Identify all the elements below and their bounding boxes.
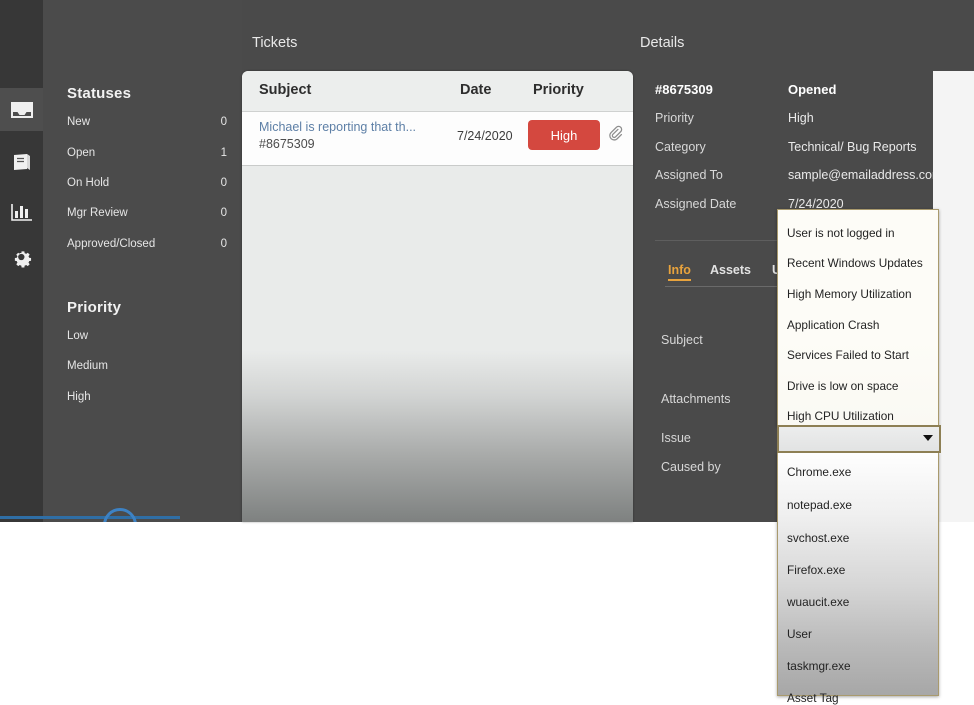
tab-assets[interactable]: Assets (710, 263, 751, 277)
details-state: Opened (788, 82, 836, 97)
statuses-heading: Statuses (67, 85, 131, 102)
dropdown-option[interactable]: High Memory Utilization (787, 287, 912, 301)
priority-heading: Priority (67, 299, 121, 316)
form-label-caused-by: Caused by (661, 460, 721, 474)
chevron-down-icon[interactable] (923, 435, 933, 441)
status-count: 0 (221, 207, 227, 219)
status-count: 0 (221, 177, 227, 189)
book-icon (10, 152, 34, 174)
sidebar-item-on-hold[interactable]: On Hold 0 (67, 177, 227, 189)
sidebar-item-new[interactable]: New 0 (67, 116, 227, 128)
rail-item-inbox[interactable] (0, 88, 43, 131)
ticket-date: 7/24/2020 (457, 129, 513, 143)
form-label-subject: Subject (661, 333, 703, 347)
dropdown-option[interactable]: User (787, 627, 812, 641)
issue-select[interactable] (777, 425, 941, 453)
status-label: Approved/Closed (67, 238, 155, 250)
chart-icon (10, 202, 34, 222)
tickets-panel: Subject Date Priority Michael is reporti… (242, 71, 633, 522)
dropdown-option[interactable]: Services Failed to Start (787, 348, 909, 362)
gear-icon (10, 246, 33, 269)
status-label: On Hold (67, 177, 109, 189)
dropdown-option[interactable]: svchost.exe (787, 531, 849, 545)
sidebar-item-priority-high[interactable]: High (67, 391, 227, 403)
dropdown-option[interactable]: Application Crash (787, 318, 879, 332)
sidebar-item-open[interactable]: Open 1 (67, 147, 227, 159)
sidebar-item-priority-medium[interactable]: Medium (67, 360, 227, 372)
dropdown-option[interactable]: High CPU Utilization (787, 409, 894, 423)
icon-rail (0, 0, 43, 522)
details-value-category: Technical/ Bug Reports (788, 140, 917, 154)
tickets-table-header: Subject Date Priority (242, 71, 633, 112)
details-label-category: Category (655, 140, 706, 154)
details-label-assigned-date: Assigned Date (655, 197, 736, 211)
rail-item-settings[interactable] (0, 236, 43, 279)
dropdown-option[interactable]: Recent Windows Updates (787, 256, 923, 270)
rail-item-knowledge-base[interactable] (0, 141, 43, 184)
priority-label: Medium (67, 360, 108, 372)
status-count: 0 (221, 116, 227, 128)
dropdown-option[interactable]: Firefox.exe (787, 563, 845, 577)
column-header-date[interactable]: Date (460, 82, 491, 98)
form-label-issue: Issue (661, 431, 691, 445)
details-value-assigned-to: sample@emailaddress.com (788, 168, 942, 182)
status-label: Open (67, 147, 95, 159)
details-label-priority: Priority (655, 111, 694, 125)
sidebar-item-mgr-review[interactable]: Mgr Review 0 (67, 207, 227, 219)
caused-by-dropdown-list[interactable]: Chrome.exe notepad.exe svchost.exe Firef… (777, 452, 939, 696)
dropdown-option[interactable]: taskmgr.exe (787, 659, 851, 673)
ticket-id: #8675309 (259, 137, 315, 151)
status-label: Mgr Review (67, 207, 128, 219)
bottom-blue-accent (0, 516, 180, 519)
table-row[interactable]: Michael is reporting that th... #8675309… (242, 112, 633, 166)
sidebar-item-approved-closed[interactable]: Approved/Closed 0 (67, 238, 227, 250)
status-label: New (67, 116, 90, 128)
dropdown-option[interactable]: Asset Tag (787, 691, 839, 705)
priority-label: High (67, 391, 91, 403)
details-value-priority: High (788, 111, 814, 125)
status-badge[interactable]: High (528, 120, 600, 150)
tab-info[interactable]: Info (668, 263, 691, 277)
details-label-assigned-to: Assigned To (655, 168, 723, 182)
tickets-column-title: Tickets (252, 35, 297, 51)
ticket-subject-link[interactable]: Michael is reporting that th... (259, 120, 439, 134)
paperclip-icon[interactable] (609, 125, 625, 150)
left-sidebar: Statuses New 0 Open 1 On Hold 0 Mgr Revi… (43, 0, 242, 522)
column-header-subject[interactable]: Subject (259, 82, 311, 98)
inbox-icon (10, 100, 34, 120)
ring-mask (98, 522, 138, 542)
rail-item-reports[interactable] (0, 190, 43, 233)
priority-label: Low (67, 330, 88, 342)
dropdown-option[interactable]: User is not logged in (787, 226, 895, 240)
dropdown-option[interactable]: notepad.exe (787, 498, 852, 512)
dropdown-option[interactable]: Chrome.exe (787, 465, 851, 479)
right-edge-panel (933, 71, 974, 522)
details-ticket-id: #8675309 (655, 82, 713, 97)
details-column-title: Details (640, 35, 684, 51)
form-label-attachments: Attachments (661, 392, 730, 406)
dropdown-option[interactable]: wuaucit.exe (787, 595, 849, 609)
dropdown-option[interactable]: Drive is low on space (787, 379, 898, 393)
issue-dropdown-list[interactable]: User is not logged in Recent Windows Upd… (777, 209, 939, 426)
status-count: 1 (221, 147, 227, 159)
status-count: 0 (221, 238, 227, 250)
sidebar-item-priority-low[interactable]: Low (67, 330, 227, 342)
column-header-priority[interactable]: Priority (533, 82, 584, 98)
